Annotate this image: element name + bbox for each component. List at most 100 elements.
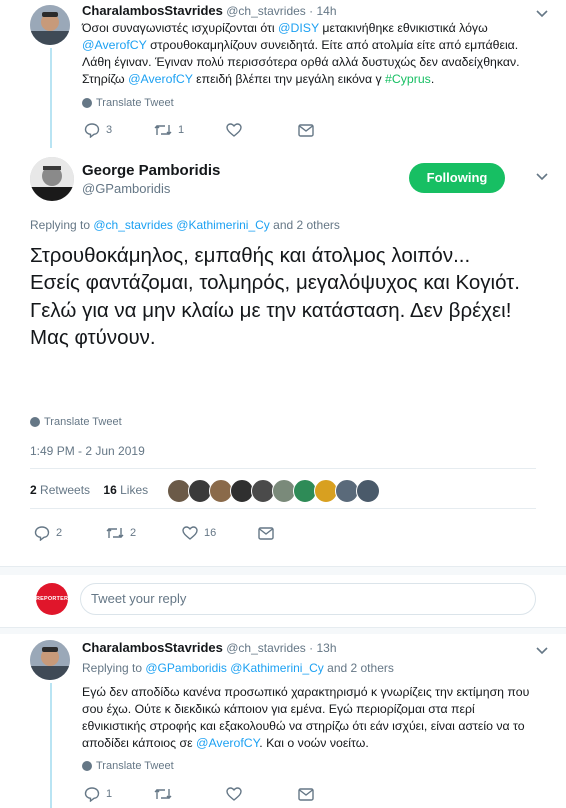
reply-input[interactable]: Tweet your reply (80, 583, 536, 615)
like-button[interactable]: 16 (182, 526, 258, 540)
like-button[interactable] (226, 123, 298, 137)
chevron-down-icon[interactable] (536, 642, 548, 660)
retweet-button[interactable] (154, 787, 226, 801)
avatar-photo-icon (30, 5, 70, 45)
translate-label: Translate Tweet (96, 97, 174, 109)
tweet-timestamp[interactable]: 1:49 PM - 2 Jun 2019 (30, 444, 145, 458)
globe-icon (82, 98, 92, 108)
heart-icon (226, 787, 242, 801)
direct-message-button[interactable] (298, 123, 314, 137)
retweet-button[interactable]: 1 (154, 123, 226, 137)
mention-link[interactable]: @GPamboridis (145, 661, 227, 675)
divider (30, 468, 536, 469)
retweets-label: Retweets (40, 483, 91, 497)
section-separator (0, 627, 566, 634)
envelope-icon (298, 787, 314, 801)
chevron-down-icon[interactable] (536, 5, 548, 23)
hashtag-link[interactable]: #Cyprus (385, 72, 431, 86)
reply-composer-avatar: REPORTER (36, 583, 68, 615)
translate-label: Translate Tweet (96, 760, 174, 772)
replying-to: Replying to @GPamboridis @Kathimerini_Cy… (82, 661, 394, 675)
reply-icon (84, 123, 100, 138)
avatar[interactable] (30, 157, 74, 201)
replying-to: Replying to @ch_stavrides @Kathimerini_C… (30, 218, 340, 232)
avatar-photo-icon (30, 157, 74, 201)
translate-tweet-link[interactable]: Translate Tweet (82, 97, 174, 109)
reporter-logo-text: REPORTER (36, 596, 69, 602)
tweet-text-segment: μετακινήθηκε εθνικιστικά λόγω (318, 21, 488, 35)
tweet-text: Εγώ δεν αποδίδω κανένα προσωπικό χαρακτη… (82, 684, 537, 752)
tweet-text-segment: Όσοι συναγωνιστές ισχυρίζονται ότι (82, 21, 278, 35)
mention-link[interactable]: @DISY (278, 21, 319, 35)
mention-link[interactable]: @AverofCY (82, 38, 147, 52)
mention-link[interactable]: @Kathimerini_Cy (176, 218, 270, 232)
timestamp[interactable]: · 14h (309, 4, 336, 18)
envelope-icon (298, 123, 314, 137)
globe-icon (82, 761, 92, 771)
translate-tweet-link[interactable]: Translate Tweet (30, 416, 122, 428)
likes-stat[interactable]: 16 Likes (103, 483, 148, 497)
replying-prefix: Replying to (82, 661, 146, 675)
timestamp[interactable]: · 13h (309, 641, 336, 655)
retweet-count: 2 (130, 527, 137, 539)
following-button[interactable]: Following (409, 163, 505, 193)
reply-count: 1 (106, 788, 113, 800)
tweet-text: Όσοι συναγωνιστές ισχυρίζονται ότι @DISY… (82, 20, 537, 88)
retweets-count: 2 (30, 483, 37, 497)
reply-icon (84, 787, 100, 802)
reply-button[interactable]: 2 (34, 525, 106, 541)
mention-link[interactable]: @AverofCY (196, 736, 259, 750)
retweets-stat[interactable]: 2 Retweets (30, 483, 90, 497)
reply-count: 3 (106, 124, 113, 136)
replying-suffix[interactable]: and 2 others (324, 661, 394, 675)
engagement-stats: 2 Retweets 16 Likes (30, 483, 148, 497)
envelope-icon (258, 526, 274, 540)
retweet-icon (106, 528, 124, 538)
likes-label: Likes (120, 483, 149, 497)
retweet-icon (154, 789, 172, 799)
heart-icon (182, 526, 198, 540)
chevron-down-icon[interactable] (536, 168, 548, 186)
reply-button[interactable]: 3 (84, 122, 154, 138)
heart-icon (226, 123, 242, 137)
avatar-photo-icon (30, 640, 70, 680)
reply-icon (34, 526, 50, 541)
thread-line-bottom (50, 683, 52, 808)
tweet-actions: 1 (84, 786, 314, 802)
retweet-icon (154, 125, 172, 135)
handle[interactable]: @ch_stavrides (226, 641, 306, 655)
like-button[interactable] (226, 787, 298, 801)
divider (30, 508, 536, 509)
handle[interactable]: @ch_stavrides (226, 4, 306, 18)
reply-button[interactable]: 1 (84, 786, 154, 802)
mention-link[interactable]: @AverofCY (128, 72, 193, 86)
main-tweet-text: Στρουθοκάμηλος, εμπαθής και άτολμος λοιπ… (30, 244, 520, 349)
mention-link[interactable]: @Kathimerini_Cy (230, 661, 324, 675)
tweet-text-segment: . Και ο νοών νοείτω. (259, 736, 369, 750)
tweet-actions: 3 1 (84, 122, 314, 138)
liker-avatars (167, 479, 380, 503)
liker-avatar[interactable] (356, 479, 380, 503)
avatar[interactable] (30, 5, 70, 45)
avatar[interactable] (30, 640, 70, 680)
tweet-text-segment: επειδή βλέπει την μεγάλη εικόνα γ (192, 72, 386, 86)
display-name[interactable]: CharalambosStavrides (82, 3, 223, 18)
main-tweet-name[interactable]: George Pamboridis (82, 162, 220, 179)
tweet-actions: 2 2 16 (34, 525, 274, 541)
direct-message-button[interactable] (298, 787, 314, 801)
mention-link[interactable]: @ch_stavrides (93, 218, 173, 232)
likes-count: 16 (103, 483, 117, 497)
tweet-text-segment: . (430, 72, 435, 86)
replying-suffix[interactable]: and 2 others (270, 218, 340, 232)
display-name[interactable]: CharalambosStavrides (82, 640, 223, 655)
like-count: 16 (204, 527, 217, 539)
tweet-header: CharalambosStavrides @ch_stavrides · 13h (82, 640, 337, 655)
translate-label: Translate Tweet (44, 416, 122, 428)
main-tweet-handle[interactable]: @GPamboridis (82, 181, 170, 196)
globe-icon (30, 417, 40, 427)
direct-message-button[interactable] (258, 526, 274, 540)
section-separator (0, 566, 566, 575)
translate-tweet-link[interactable]: Translate Tweet (82, 760, 174, 772)
thread-line-top (50, 48, 52, 148)
retweet-button[interactable]: 2 (106, 526, 182, 540)
